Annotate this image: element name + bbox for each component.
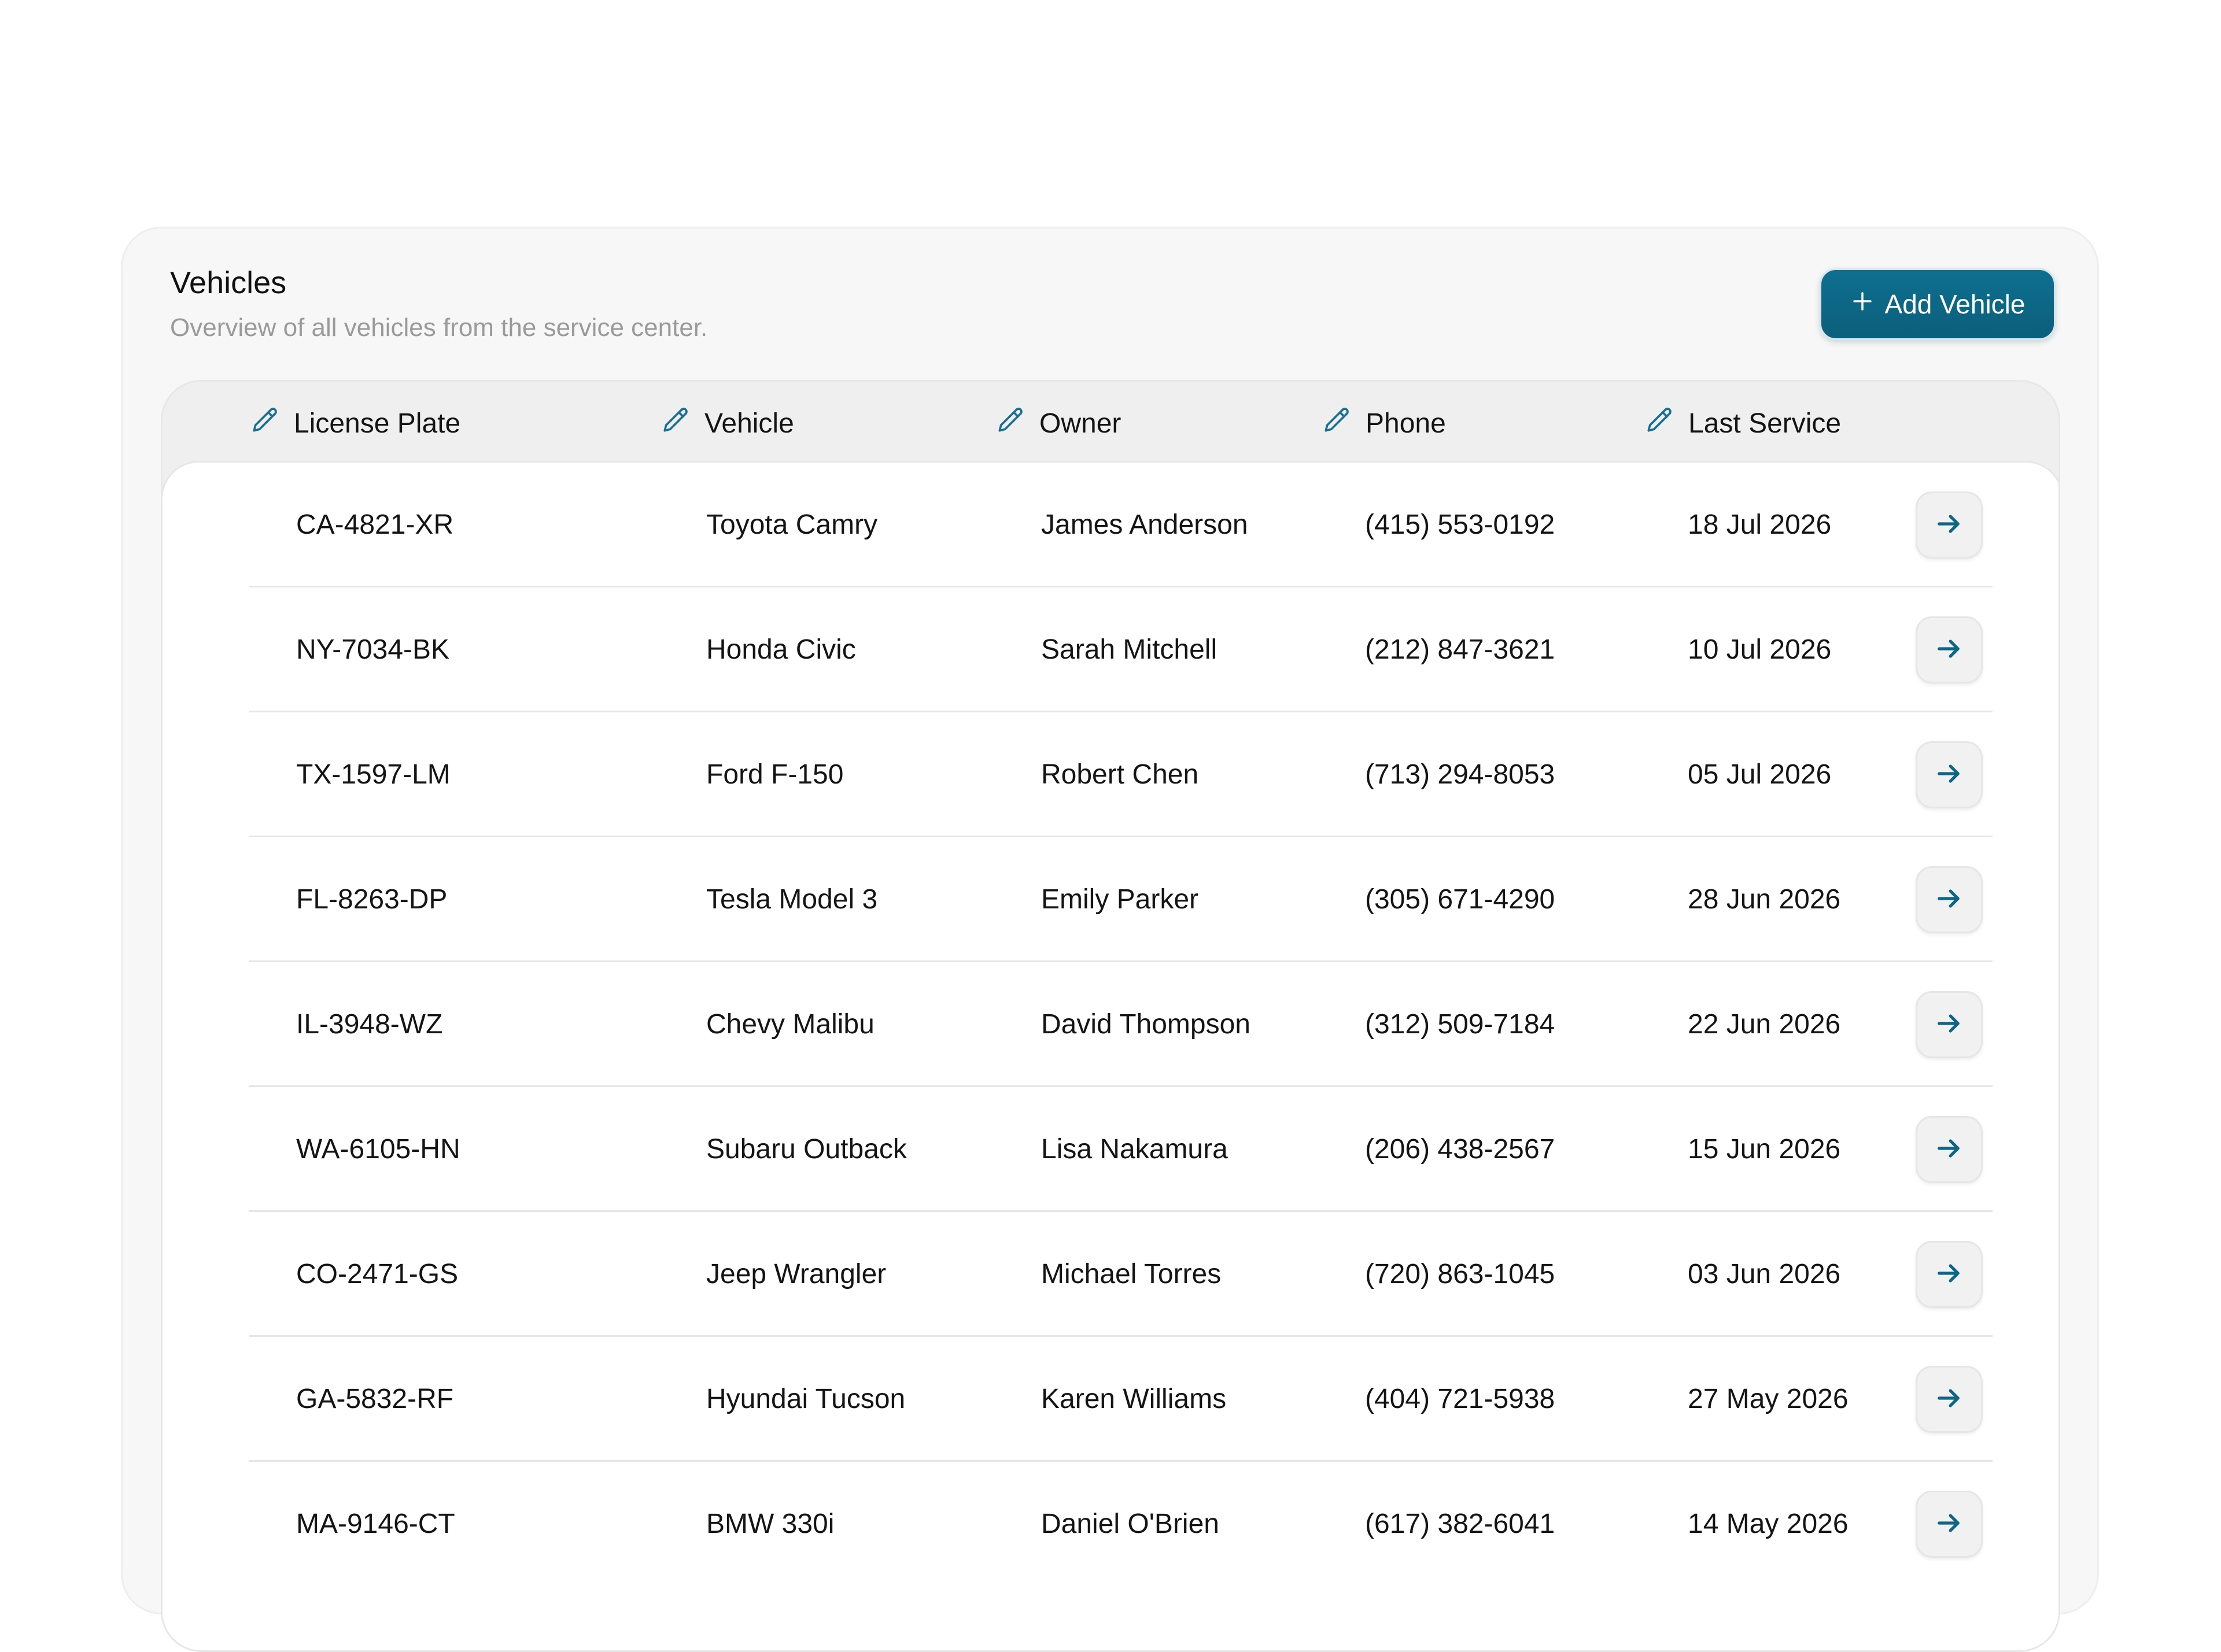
plate-cell: MA-9146-CT xyxy=(296,1509,455,1539)
column-label: Vehicle xyxy=(704,408,794,439)
vehicles-card: Vehicles Overview of all vehicles from t… xyxy=(121,227,2099,1652)
last-service-cell: 03 Jun 2026 xyxy=(1688,1259,1841,1289)
page-title: Vehicles xyxy=(170,265,287,300)
table-row[interactable]: GA-5832-RF Hyundai Tucson Karen Williams… xyxy=(163,1337,2058,1462)
owner-cell: Lisa Nakamura xyxy=(1041,1134,1228,1165)
last-service-cell: 18 Jul 2026 xyxy=(1688,509,1832,540)
plate-cell: NY-7034-BK xyxy=(296,634,450,665)
pencil-icon xyxy=(249,404,281,443)
last-service-cell: 10 Jul 2026 xyxy=(1688,634,1832,665)
arrow-right-icon xyxy=(1934,1258,1964,1291)
add-vehicle-label: Add Vehicle xyxy=(1884,289,2026,319)
column-label: Owner xyxy=(1039,408,1121,439)
column-label: License Plate xyxy=(294,408,461,439)
column-header-owner[interactable]: Owner xyxy=(994,406,1121,441)
vehicle-cell: Hyundai Tucson xyxy=(706,1384,906,1414)
table-row[interactable]: NY-7034-BK Honda Civic Sarah Mitchell (2… xyxy=(163,587,2058,712)
plate-cell: IL-3948-WZ xyxy=(296,1009,443,1040)
column-label: Phone xyxy=(1366,408,1446,439)
phone-cell: (713) 294-8053 xyxy=(1365,759,1555,790)
last-service-cell: 27 May 2026 xyxy=(1688,1384,1849,1414)
last-service-cell: 14 May 2026 xyxy=(1688,1509,1849,1539)
column-header-phone[interactable]: Phone xyxy=(1320,406,1446,441)
arrow-right-icon xyxy=(1934,759,1964,792)
table-row[interactable]: CO-2471-GS Jeep Wrangler Michael Torres … xyxy=(163,1212,2058,1337)
table-row[interactable]: CA-4821-XR Toyota Camry James Anderson (… xyxy=(163,463,2058,587)
phone-cell: (404) 721-5938 xyxy=(1365,1384,1555,1414)
last-service-cell: 22 Jun 2026 xyxy=(1688,1009,1841,1040)
phone-cell: (415) 553-0192 xyxy=(1365,509,1555,540)
phone-cell: (206) 438-2567 xyxy=(1365,1134,1555,1165)
column-header-vehicle[interactable]: Vehicle xyxy=(659,406,794,441)
last-service-cell: 05 Jul 2026 xyxy=(1688,759,1832,790)
plus-icon xyxy=(1850,289,1875,320)
owner-cell: Emily Parker xyxy=(1041,884,1199,915)
vehicle-cell: Subaru Outback xyxy=(706,1134,907,1165)
arrow-right-icon xyxy=(1934,509,1964,542)
vehicle-cell: Chevy Malibu xyxy=(706,1009,875,1040)
open-row-button[interactable] xyxy=(1916,741,1983,808)
arrow-right-icon xyxy=(1934,1133,1964,1166)
table-row[interactable]: FL-8263-DP Tesla Model 3 Emily Parker (3… xyxy=(163,837,2058,962)
plate-cell: FL-8263-DP xyxy=(296,884,448,915)
owner-cell: Robert Chen xyxy=(1041,759,1199,790)
open-row-button[interactable] xyxy=(1916,1366,1983,1433)
open-row-button[interactable] xyxy=(1916,866,1983,933)
owner-cell: James Anderson xyxy=(1041,509,1248,540)
vehicle-cell: Jeep Wrangler xyxy=(706,1259,887,1289)
owner-cell: Sarah Mitchell xyxy=(1041,634,1218,665)
owner-cell: David Thompson xyxy=(1041,1009,1250,1040)
pencil-icon xyxy=(994,404,1027,443)
arrow-right-icon xyxy=(1934,1383,1964,1416)
table-row[interactable]: IL-3948-WZ Chevy Malibu David Thompson (… xyxy=(163,962,2058,1087)
arrow-right-icon xyxy=(1934,884,1964,916)
phone-cell: (212) 847-3621 xyxy=(1365,634,1555,665)
open-row-button[interactable] xyxy=(1916,1491,1983,1558)
pencil-icon xyxy=(1643,404,1676,443)
open-row-button[interactable] xyxy=(1916,991,1983,1058)
plate-cell: GA-5832-RF xyxy=(296,1384,454,1414)
open-row-button[interactable] xyxy=(1916,1241,1983,1308)
open-row-button[interactable] xyxy=(1916,616,1983,683)
phone-cell: (312) 509-7184 xyxy=(1365,1009,1555,1040)
arrow-right-icon xyxy=(1934,634,1964,667)
phone-cell: (617) 382-6041 xyxy=(1365,1509,1555,1539)
phone-cell: (720) 863-1045 xyxy=(1365,1259,1555,1289)
owner-cell: Michael Torres xyxy=(1041,1259,1222,1289)
open-row-button[interactable] xyxy=(1916,491,1983,559)
column-header-last-service[interactable]: Last Service xyxy=(1643,406,1841,441)
plate-cell: CA-4821-XR xyxy=(296,509,454,540)
table-header: License Plate Vehicle Owner Phone Last S… xyxy=(163,382,2058,463)
column-header-license-plate[interactable]: License Plate xyxy=(249,406,460,441)
owner-cell: Daniel O'Brien xyxy=(1041,1509,1219,1539)
vehicles-table: License Plate Vehicle Owner Phone Last S… xyxy=(161,380,2060,1652)
open-row-button[interactable] xyxy=(1916,1116,1983,1183)
vehicle-cell: Honda Civic xyxy=(706,634,856,665)
add-vehicle-button[interactable]: Add Vehicle xyxy=(1820,268,2056,340)
vehicle-cell: Toyota Camry xyxy=(706,509,878,540)
arrow-right-icon xyxy=(1934,1508,1964,1541)
table-row[interactable]: WA-6105-HN Subaru Outback Lisa Nakamura … xyxy=(163,1087,2058,1212)
owner-cell: Karen Williams xyxy=(1041,1384,1227,1414)
plate-cell: TX-1597-LM xyxy=(296,759,451,790)
page-subtitle: Overview of all vehicles from the servic… xyxy=(170,313,708,342)
table-body: CA-4821-XR Toyota Camry James Anderson (… xyxy=(163,461,2058,1650)
pencil-icon xyxy=(1320,404,1353,443)
last-service-cell: 28 Jun 2026 xyxy=(1688,884,1841,915)
table-row[interactable]: MA-9146-CT BMW 330i Daniel O'Brien (617)… xyxy=(163,1462,2058,1587)
plate-cell: WA-6105-HN xyxy=(296,1134,460,1165)
plate-cell: CO-2471-GS xyxy=(296,1259,459,1289)
phone-cell: (305) 671-4290 xyxy=(1365,884,1555,915)
vehicle-cell: Ford F-150 xyxy=(706,759,844,790)
vehicle-cell: BMW 330i xyxy=(706,1509,835,1539)
vehicle-cell: Tesla Model 3 xyxy=(706,884,878,915)
column-label: Last Service xyxy=(1688,408,1842,439)
arrow-right-icon xyxy=(1934,1008,1964,1041)
last-service-cell: 15 Jun 2026 xyxy=(1688,1134,1841,1165)
pencil-icon xyxy=(659,404,692,443)
table-row[interactable]: TX-1597-LM Ford F-150 Robert Chen (713) … xyxy=(163,712,2058,837)
